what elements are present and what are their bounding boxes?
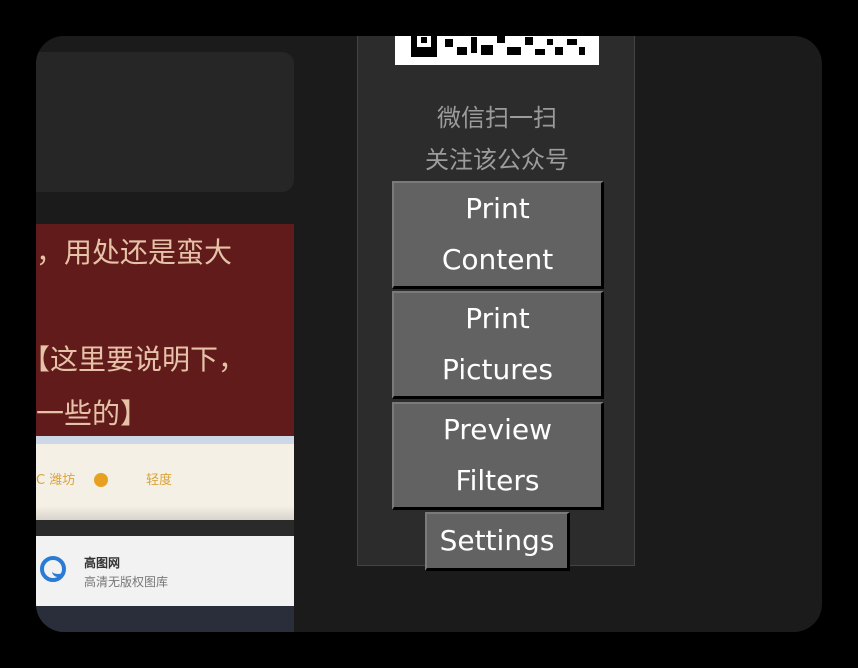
app-window: ，用处还是蛮大 【这里要说明下， 一些的】 C 潍坊 轻度 高图网 高清无版权图… — [36, 36, 822, 632]
site-card-screenshot: 高图网 高清无版权图库 — [36, 536, 294, 606]
screenshot-top-bar — [36, 436, 294, 444]
article-line-1: ，用处还是蛮大 — [36, 236, 233, 269]
article-line-3: 一些的】 — [36, 397, 149, 430]
weather-air-quality: 轻度 — [146, 473, 173, 488]
article-excerpt: ，用处还是蛮大 【这里要说明下， 一些的】 — [36, 224, 294, 436]
site-brand: 高图网 — [84, 556, 121, 570]
print-pictures-button[interactable]: Print Pictures — [392, 291, 604, 399]
article-line-2: 【这里要说明下， — [36, 343, 247, 376]
weather-screenshot: C 潍坊 轻度 — [36, 436, 294, 520]
weather-city: C 潍坊 — [36, 473, 76, 488]
placeholder-card — [36, 52, 294, 192]
settings-button[interactable]: Settings — [425, 512, 570, 571]
print-options-panel: 微信扫一扫 关注该公众号 Print Content Print Picture… — [357, 36, 635, 571]
qr-caption-follow: 关注该公众号 — [425, 146, 569, 174]
sun-icon — [94, 473, 108, 487]
site-tagline: 高清无版权图库 — [84, 575, 169, 589]
article-preview: ，用处还是蛮大 【这里要说明下， 一些的】 C 潍坊 轻度 高图网 高清无版权图… — [36, 36, 294, 632]
gaotu-logo-icon — [40, 556, 66, 582]
preview-filters-button[interactable]: Preview Filters — [392, 402, 604, 510]
qr-caption-scan: 微信扫一扫 — [437, 104, 557, 132]
wechat-qr-code — [395, 36, 599, 65]
print-content-button[interactable]: Print Content — [392, 181, 604, 289]
